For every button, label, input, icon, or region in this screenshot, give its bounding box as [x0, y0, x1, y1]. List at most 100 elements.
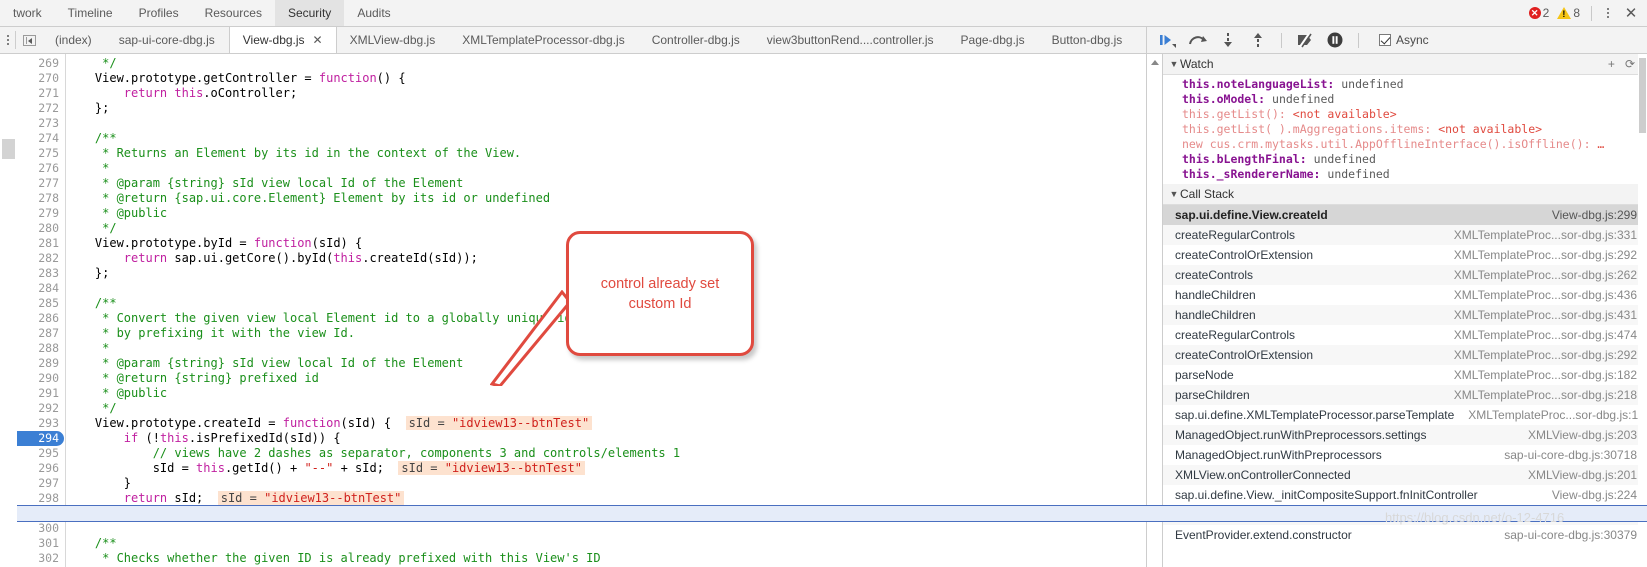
- main-tab-security[interactable]: Security: [274, 0, 345, 26]
- async-checkbox[interactable]: Async: [1379, 33, 1429, 47]
- call-stack-location[interactable]: XMLTemplateProc...sor-dbg.js:292: [1454, 245, 1637, 265]
- line-number[interactable]: 286: [17, 311, 59, 326]
- call-stack-row[interactable]: ManagedObject.runWithPreprocessors.setti…: [1163, 425, 1647, 445]
- call-stack-location[interactable]: View-dbg.js:299: [1552, 205, 1637, 225]
- call-stack-row[interactable]: sap.ui.define.XMLTemplateProcessor.parse…: [1163, 405, 1647, 425]
- current-line-number[interactable]: 294: [17, 431, 64, 446]
- call-stack-location[interactable]: XMLView-dbg.js:203: [1528, 425, 1637, 445]
- line-number[interactable]: 283: [17, 266, 59, 281]
- sidebar-scrollbar[interactable]: [1638, 54, 1647, 567]
- call-stack-location[interactable]: XMLTemplateProc...sor-dbg.js:127: [1468, 405, 1647, 425]
- call-stack-section-header[interactable]: ▼ Call Stack: [1163, 184, 1647, 205]
- line-number[interactable]: 279: [17, 206, 59, 221]
- file-tab--index-[interactable]: (index): [42, 27, 106, 53]
- call-stack-location[interactable]: XMLView-dbg.js:201: [1528, 465, 1637, 485]
- call-stack-row[interactable]: createRegularControls XMLTemplateProc...s…: [1163, 325, 1647, 345]
- watch-expression-row[interactable]: this._sRendererName: undefined: [1163, 167, 1647, 182]
- call-stack-location[interactable]: XMLTemplateProc...sor-dbg.js:331: [1454, 225, 1637, 245]
- call-stack-row[interactable]: ManagedObject.runWithPreprocessors sap-ui…: [1163, 445, 1647, 465]
- file-tab-view-dbg-js[interactable]: View-dbg.js ✕: [228, 27, 337, 53]
- call-stack-location[interactable]: XMLTemplateProc...sor-dbg.js:182: [1454, 365, 1637, 385]
- call-stack-row[interactable]: createControls XMLTemplateProc...sor-dbg.…: [1163, 265, 1647, 285]
- line-number[interactable]: 296: [17, 461, 59, 476]
- call-stack-location[interactable]: XMLTemplateProc...sor-dbg.js:431: [1454, 305, 1637, 325]
- line-number[interactable]: 274: [17, 131, 59, 146]
- call-stack-row[interactable]: createRegularControls XMLTemplateProc...s…: [1163, 225, 1647, 245]
- step-out-button[interactable]: [1245, 29, 1271, 52]
- call-stack-row[interactable]: XMLView.onControllerConnected XMLView-dbg…: [1163, 465, 1647, 485]
- line-number[interactable]: 276: [17, 161, 59, 176]
- watch-expression-row[interactable]: new cus.crm.mytasks.util.AppOfflineInter…: [1163, 137, 1647, 152]
- call-stack-row[interactable]: handleChildren XMLTemplateProc...sor-dbg.…: [1163, 305, 1647, 325]
- watch-expression-row[interactable]: this.oModel: undefined: [1163, 92, 1647, 107]
- line-number[interactable]: 277: [17, 176, 59, 191]
- main-tab-timeline[interactable]: Timeline: [55, 0, 126, 26]
- watch-expression-row[interactable]: this.getList( ).mAggregations.items: <no…: [1163, 122, 1647, 137]
- close-icon[interactable]: ✕: [1621, 3, 1641, 23]
- more-options-icon[interactable]: [1600, 5, 1616, 21]
- file-tab-xmlview-dbg-js[interactable]: XMLView-dbg.js: [337, 27, 450, 53]
- line-number[interactable]: 297: [17, 476, 59, 491]
- call-stack-row[interactable]: createControlOrExtension XMLTemplateProc.…: [1163, 345, 1647, 365]
- watch-add-icon[interactable]: +: [1608, 57, 1615, 71]
- close-icon[interactable]: ✕: [313, 33, 323, 47]
- line-number[interactable]: 291: [17, 386, 59, 401]
- main-tab-resources[interactable]: Resources: [192, 0, 275, 26]
- line-number[interactable]: 269: [17, 56, 59, 71]
- line-number[interactable]: 298: [17, 491, 59, 506]
- file-tab-button-dbg-js[interactable]: Button-dbg.js: [1039, 27, 1137, 53]
- line-number[interactable]: 289: [17, 356, 59, 371]
- call-stack-row[interactable]: handleChildren XMLTemplateProc...sor-dbg.…: [1163, 285, 1647, 305]
- deactivate-breakpoints-button[interactable]: [1292, 29, 1318, 52]
- call-stack-location[interactable]: XMLTemplateProc...sor-dbg.js:436: [1454, 285, 1637, 305]
- line-number[interactable]: 271: [17, 86, 59, 101]
- main-tab-twork[interactable]: twork: [0, 0, 55, 26]
- call-stack-row[interactable]: parseNode XMLTemplateProc...sor-dbg.js:18…: [1163, 365, 1647, 385]
- call-stack-location[interactable]: XMLTemplateProc...sor-dbg.js:292: [1454, 345, 1637, 365]
- watch-section-header[interactable]: ▼ Watch + ⟳: [1163, 54, 1647, 75]
- warning-badge[interactable]: 8: [1554, 6, 1583, 20]
- line-number[interactable]: 272: [17, 101, 59, 116]
- call-stack-row[interactable]: sap.ui.define.View._initCompositeSupport…: [1163, 485, 1647, 505]
- main-tab-profiles[interactable]: Profiles: [126, 0, 192, 26]
- call-stack-location[interactable]: XMLTemplateProc...sor-dbg.js:262: [1454, 265, 1637, 285]
- line-number[interactable]: 288: [17, 341, 59, 356]
- line-number[interactable]: 290: [17, 371, 59, 386]
- sources-menu-icon[interactable]: [0, 27, 15, 53]
- call-stack-location[interactable]: XMLTemplateProc...sor-dbg.js:218: [1454, 385, 1637, 405]
- call-stack-location[interactable]: XMLTemplateProc...sor-dbg.js:474: [1454, 325, 1637, 345]
- main-tab-audits[interactable]: Audits: [344, 0, 403, 26]
- watch-expression-row[interactable]: this.getList(): <not available>: [1163, 107, 1647, 122]
- resume-script-button[interactable]: [1155, 29, 1181, 52]
- file-tab-sap-ui-core-dbg-js[interactable]: sap-ui-core-dbg.js: [106, 27, 229, 53]
- call-stack-row[interactable]: EventProvider.extend.constructor sap-ui-c…: [1163, 525, 1647, 545]
- scrollbar-thumb[interactable]: [1639, 58, 1646, 133]
- watch-expression-row[interactable]: this.bLengthFinal: undefined: [1163, 152, 1647, 167]
- show-navigator-icon[interactable]: [16, 27, 42, 53]
- line-number[interactable]: 301: [17, 536, 59, 551]
- file-tab-page-dbg-js[interactable]: Page-dbg.js: [948, 27, 1039, 53]
- step-over-button[interactable]: [1185, 29, 1211, 52]
- line-number[interactable]: 293: [17, 416, 59, 431]
- call-stack-row[interactable]: createControlOrExtension XMLTemplateProc.…: [1163, 245, 1647, 265]
- line-number[interactable]: 300: [17, 521, 59, 536]
- line-number[interactable]: 273: [17, 116, 59, 131]
- line-number[interactable]: 270: [17, 71, 59, 86]
- line-number[interactable]: 281: [17, 236, 59, 251]
- line-number-gutter[interactable]: 269 270 271 272 273 274 275 276 277 278 279 280 281 2…: [17, 54, 66, 567]
- call-stack-location[interactable]: sap-ui-core-dbg.js:30718: [1504, 445, 1637, 465]
- file-tab-controller-dbg-js[interactable]: Controller-dbg.js: [639, 27, 754, 53]
- line-number[interactable]: 278: [17, 191, 59, 206]
- line-number[interactable]: 295: [17, 446, 59, 461]
- line-number[interactable]: 285: [17, 296, 59, 311]
- line-number[interactable]: 287: [17, 326, 59, 341]
- call-stack-row[interactable]: sap.ui.define.View.createId View-dbg.js:2…: [1163, 205, 1647, 225]
- watch-expression-row[interactable]: this.noteLanguageList: undefined: [1163, 77, 1647, 92]
- line-number[interactable]: 275: [17, 146, 59, 161]
- call-stack-location[interactable]: View-dbg.js:224: [1552, 485, 1637, 505]
- scroll-up-icon[interactable]: [1148, 56, 1161, 68]
- line-number[interactable]: 280: [17, 221, 59, 236]
- line-number[interactable]: 302: [17, 551, 59, 566]
- call-stack-row[interactable]: parseChildren XMLTemplateProc...sor-dbg.j…: [1163, 385, 1647, 405]
- file-tab-view3buttonrend-controller-js[interactable]: view3buttonRend....controller.js: [754, 27, 948, 53]
